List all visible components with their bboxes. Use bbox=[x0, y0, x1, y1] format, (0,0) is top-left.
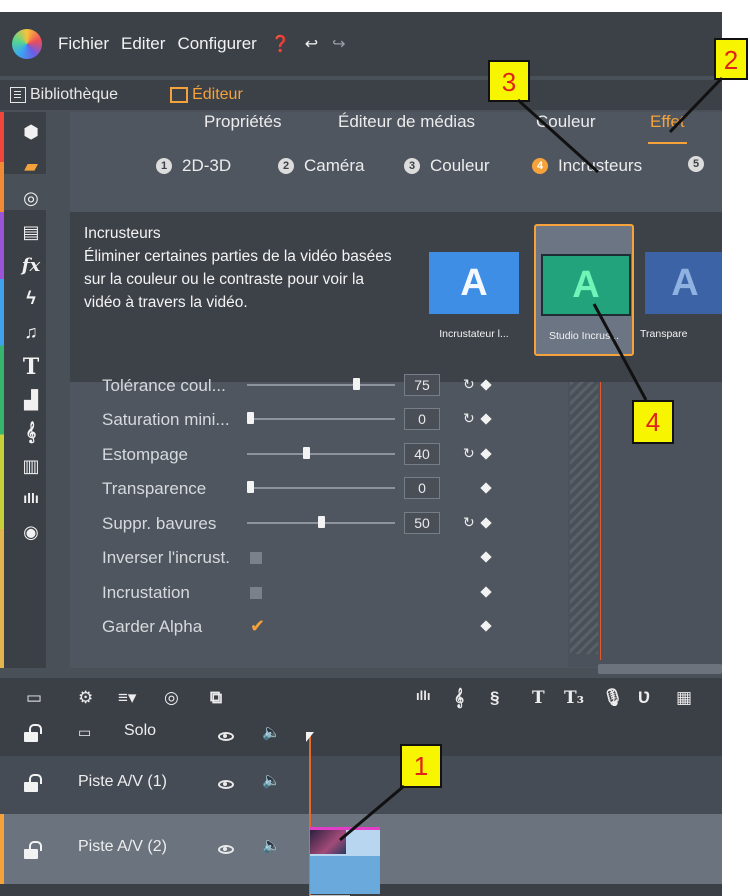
pointer-3 bbox=[516, 98, 600, 174]
pointer-2 bbox=[668, 76, 724, 134]
pointer-1 bbox=[339, 784, 405, 842]
callout-pointers bbox=[339, 76, 724, 842]
pointer-4 bbox=[592, 303, 648, 401]
